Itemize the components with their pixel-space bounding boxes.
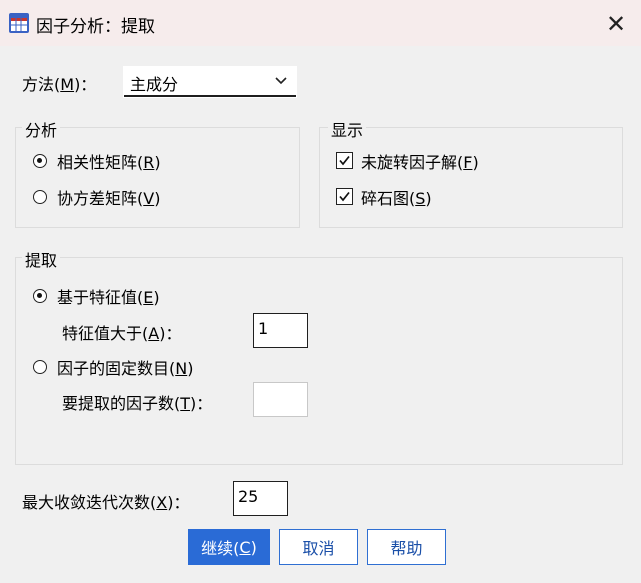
scree-plot-label[interactable]: 碎石图(S) xyxy=(361,185,432,209)
method-label: 方法(M)： xyxy=(22,75,97,94)
max-iterations-input[interactable]: 25 xyxy=(233,481,288,516)
radio-based-on-eigenvalue[interactable] xyxy=(33,289,47,303)
close-button[interactable]: ✕ xyxy=(596,7,636,41)
continue-button[interactable]: 继续(C) xyxy=(188,529,270,565)
method-selected-value: 主成分 xyxy=(130,75,179,94)
window-title: 因子分析：提取 xyxy=(36,17,155,37)
chevron-down-icon xyxy=(275,77,287,85)
radio-correlation-matrix[interactable] xyxy=(33,154,47,168)
radio-fixed-number-factors[interactable] xyxy=(33,360,47,374)
factors-to-extract-label: 要提取的因子数(T)： xyxy=(62,394,213,413)
checkbox-unrotated-solution[interactable] xyxy=(336,152,353,169)
eigenvalue-input[interactable]: 1 xyxy=(253,313,308,348)
close-icon: ✕ xyxy=(605,10,627,38)
based-on-eigenvalue-label[interactable]: 基于特征值(E) xyxy=(57,284,160,308)
eigenvalue-greater-than-label: 特征值大于(A)： xyxy=(62,324,182,343)
analysis-group xyxy=(15,127,300,228)
radio-covariance-matrix[interactable] xyxy=(33,190,47,204)
fixed-number-factors-label[interactable]: 因子的固定数目(N) xyxy=(57,355,193,379)
factors-to-extract-input[interactable] xyxy=(253,382,308,417)
unrotated-solution-label[interactable]: 未旋转因子解(F) xyxy=(361,149,479,173)
checkmark-icon xyxy=(339,191,350,202)
analysis-legend: 分析 xyxy=(22,117,61,141)
dialog-window: 因子分析：提取 ✕ 方法(M)： 主成分 分析 相关性矩阵(R) 协方差矩阵(V… xyxy=(0,0,641,583)
display-legend: 显示 xyxy=(328,117,367,141)
title-bar: 因子分析：提取 ✕ xyxy=(0,0,641,46)
correlation-matrix-label[interactable]: 相关性矩阵(R) xyxy=(57,149,161,173)
display-group xyxy=(319,127,623,228)
help-button[interactable]: 帮助 xyxy=(367,529,446,565)
method-select[interactable]: 主成分 xyxy=(123,66,297,98)
covariance-matrix-label[interactable]: 协方差矩阵(V) xyxy=(57,185,160,209)
checkmark-icon xyxy=(339,155,350,166)
max-iterations-label: 最大收敛迭代次数(X)： xyxy=(22,493,190,512)
extract-legend: 提取 xyxy=(22,247,61,271)
app-table-icon xyxy=(8,12,30,34)
cancel-button[interactable]: 取消 xyxy=(279,529,358,565)
checkbox-scree-plot[interactable] xyxy=(336,188,353,205)
